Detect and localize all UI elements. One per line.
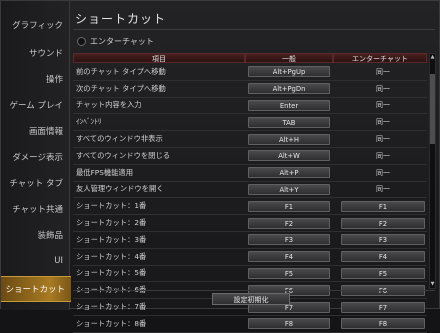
shortcut-label: ｲﾝﾍﾞﾝﾄﾘ [76,117,102,127]
enter-chat-same-text: 同一 [376,101,390,110]
sidebar-item[interactable]: 装飾品 [1,222,69,248]
sidebar-item[interactable]: UI [1,248,69,274]
table-row: ｲﾝﾍﾞﾝﾄﾘ TAB 同一 [73,114,427,132]
settings-window: グラフィック サウンド 操作 ゲーム プレイ 画面情報 ダメージ表示 チャット タブ チャット… [0,0,440,333]
table-row: 次のチャット タイプへ移動 Alt+PgDn 同一 [73,81,427,98]
general-key-button[interactable]: TAB [248,116,330,128]
table-row: ショートカット：8番 F8 F8 [73,316,427,333]
settings-sidebar: グラフィック サウンド 操作 ゲーム プレイ 画面情報 ダメージ表示 チャット タブ チャット… [1,1,71,310]
shortcut-label: ショートカット：5番 [76,268,147,278]
general-key-button[interactable]: F3 [248,234,330,246]
general-key-button[interactable]: Alt+H [248,133,330,145]
scrollbar[interactable]: ▲ ▼ [429,53,436,289]
general-key-button[interactable]: Alt+P [248,167,330,179]
shortcut-label: ショートカット：3番 [76,234,147,244]
title-divider [73,29,435,30]
shortcut-label: 前のチャット タイプへ移動 [76,66,166,76]
sidebar-item[interactable]: 画面情報 [1,118,69,144]
table-row: すべてのウィンドウ非表示 Alt+H 同一 [73,131,427,148]
column-header-item: 項目 [73,53,245,63]
page-title: ショートカット [75,12,167,26]
enter-chat-key-button[interactable]: F5 [341,267,425,279]
sidebar-item[interactable]: 操作 [1,66,69,92]
table-header: 項目 一般 エンターチャット [73,53,427,63]
table-row: 最低FPS機能適用 Alt+P 同一 [73,165,427,182]
enter-chat-same-text: 同一 [376,151,390,160]
table-row: ショートカット：3番 F3 F3 [73,232,427,249]
shortcut-label: すべてのウィンドウ非表示 [76,134,163,144]
general-key-button[interactable]: Alt+W [248,150,330,162]
table-row: ショートカット：1番 F1 F1 [73,198,427,216]
column-header-enter-chat: エンターチャット [333,53,427,63]
general-key-button[interactable]: Enter [248,99,330,111]
general-key-button[interactable]: F2 [248,217,330,229]
sidebar-item[interactable]: チャット タブ [1,170,69,196]
table-row: ショートカット：2番 F2 F2 [73,215,427,232]
general-key-button[interactable]: F1 [248,200,330,212]
table-row: チャット内容を入力 Enter 同一 [73,98,427,115]
enter-chat-same-text: 同一 [376,168,390,177]
checkbox-icon[interactable] [77,37,86,46]
sidebar-item[interactable]: グラフィック [1,12,69,38]
shortcut-label: ショートカット：4番 [76,251,147,261]
sidebar-item[interactable]: ゲーム プレイ [1,92,69,118]
enter-chat-key-button[interactable]: F8 [341,318,425,330]
enter-chat-key-button[interactable]: F3 [341,234,425,246]
general-key-button[interactable]: F8 [248,318,330,330]
sidebar-item[interactable]: ダメージ表示 [1,144,69,170]
scroll-up-icon[interactable]: ▲ [430,54,435,61]
table-row: 前のチャット タイプへ移動 Alt+PgUp 同一 [73,64,427,81]
table-row: ショートカット：5番 F5 F5 [73,266,427,283]
shortcut-label: チャット内容を入力 [76,100,142,110]
enter-chat-label: エンターチャット [90,37,154,46]
shortcut-label: すべてのウィンドウを閉じる [76,150,171,160]
table-row: 友人管理ウィンドウを開く Alt+Y 同一 [73,182,427,199]
shortcut-label: 友人管理ウィンドウを開く [76,184,164,194]
shortcut-label: 次のチャット タイプへ移動 [76,83,166,93]
enter-chat-same-text: 同一 [376,185,390,194]
general-key-button[interactable]: Alt+PgDn [248,83,330,95]
shortcut-label: 最低FPS機能適用 [76,167,134,177]
enter-chat-key-button[interactable]: F1 [341,200,425,212]
footer-divider [73,290,435,291]
enter-chat-key-button[interactable]: F4 [341,251,425,263]
shortcut-label: ショートカット：1番 [76,201,147,211]
enter-chat-key-button[interactable]: F7 [341,301,425,313]
enter-chat-same-text: 同一 [376,84,390,93]
scrollbar-thumb[interactable] [430,74,435,144]
enter-chat-key-button[interactable]: F2 [341,217,425,229]
general-key-button[interactable]: Alt+Y [248,183,330,195]
table-row: すべてのウィンドウを閉じる Alt+W 同一 [73,148,427,165]
enter-chat-same-text: 同一 [376,118,390,127]
scroll-down-icon[interactable]: ▼ [430,281,435,288]
reset-settings-button[interactable]: 設定初期化 [212,293,290,305]
enter-chat-same-text: 同一 [376,135,390,144]
general-key-button[interactable]: F4 [248,251,330,263]
sidebar-item[interactable]: サウンド [1,40,69,66]
enter-chat-same-text: 同一 [376,67,390,76]
general-key-button[interactable]: Alt+PgUp [248,66,330,78]
table-row: ショートカット：4番 F4 F4 [73,249,427,266]
enter-chat-checkbox[interactable]: エンターチャット [77,36,154,47]
column-header-general: 一般 [245,53,333,63]
sidebar-item[interactable]: ショートカット [1,276,71,302]
sidebar-item[interactable]: チャット共通 [1,196,69,222]
shortcut-label: ショートカット：2番 [76,218,147,228]
general-key-button[interactable]: F5 [248,267,330,279]
shortcut-label: ショートカット：8番 [76,318,147,328]
